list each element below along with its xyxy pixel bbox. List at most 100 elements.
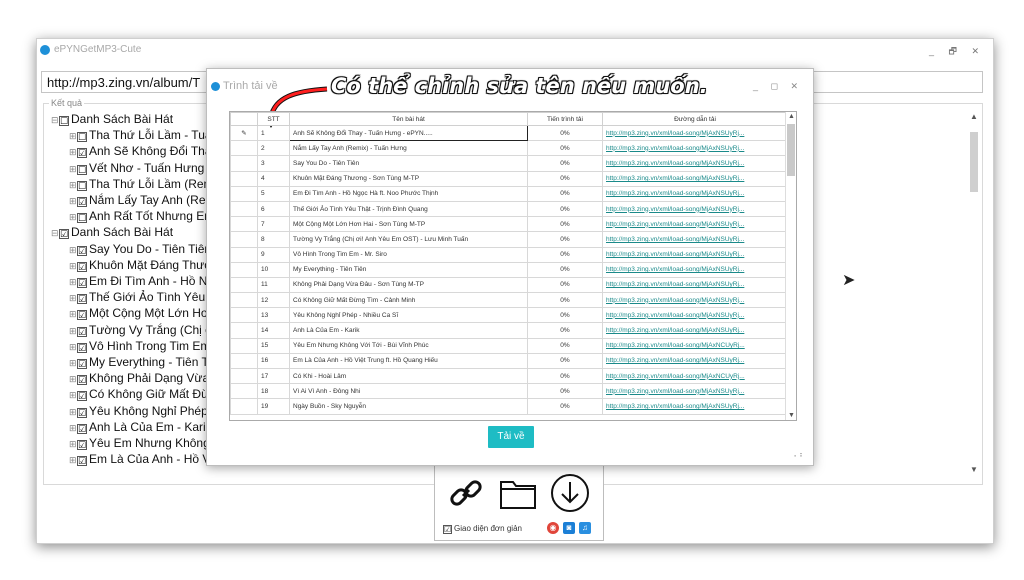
cell-name[interactable]: Vô Hình Trong Tim Em - Mr. Siro [289,246,528,263]
expand-icon[interactable]: ⊞ [69,324,77,339]
tree-item[interactable]: ⊞☑ Tường Vy Trắng (Chị ơi! [51,323,221,339]
folder-icon[interactable] [497,472,539,514]
tree-item[interactable]: ⊞☐ Anh Rất Tốt Nhưng Em [51,209,221,225]
cell-path-link[interactable]: http://mp3.zing.vn/xml/load-song/MjAxNSU… [602,398,788,415]
table-row[interactable]: 16 Em Là Của Anh - Hồ Việt Trung ft. Hồ Q… [230,352,788,370]
tree-item-checkbox[interactable]: ☐ [77,164,87,175]
cell-name[interactable]: Khuôn Mặt Đáng Thương - Sơn Tùng M-TP [289,170,528,187]
edit-icon[interactable] [230,246,258,263]
simple-mode-check[interactable]: ☑ [443,525,452,534]
tree-item[interactable]: ⊞☑ My Everything - Tiên Tiê [51,355,221,371]
expand-icon[interactable]: ⊞ [69,405,77,420]
table-row[interactable]: 6 Thế Giới Ảo Tình Yêu Thật - Trịnh Đình … [230,200,788,218]
resize-grip-icon[interactable]: ⠄⠆ [793,450,805,459]
download-button[interactable]: Tải về [488,426,534,448]
cell-path-link[interactable]: http://mp3.zing.vn/xml/load-song/MjAxNSU… [602,185,788,202]
cell-path-link[interactable]: http://mp3.zing.vn/xml/load-song/MjAxNSU… [602,292,788,309]
cell-name[interactable]: Anh Sẽ Không Đổi Thay - Tuấn Hưng - ePYN… [289,124,528,142]
grid-scrollbar[interactable]: ▲ ▼ [785,112,796,420]
edit-icon[interactable] [230,185,258,202]
cell-path-link[interactable]: http://mp3.zing.vn/xml/load-song/MjAxNSU… [602,261,788,278]
cell-path-link[interactable]: http://mp3.zing.vn/xml/load-song/MjAxNSU… [602,200,788,218]
column-stt[interactable]: STT [257,112,290,126]
expand-icon[interactable]: ⊞ [69,340,77,355]
tree-item[interactable]: ⊞☑ Anh Là Của Em - Karik [51,420,221,436]
tree-item-checkbox[interactable]: ☐ [77,132,87,143]
edit-icon[interactable] [230,261,258,278]
tree-item-checkbox[interactable]: ☑ [77,375,87,386]
edit-icon[interactable] [230,292,258,309]
edit-icon[interactable] [230,352,258,370]
table-row[interactable]: 3 Say You Do - Tiên Tiên 0% http://mp3.zing… [230,155,788,172]
expand-icon[interactable]: ⊞ [69,453,77,468]
column-name[interactable]: Tên bài hát [289,112,528,126]
table-row[interactable]: 11 Không Phải Dạng Vừa Đâu - Sơn Tùng M-T… [230,276,788,294]
edit-icon[interactable] [230,322,258,339]
tree-item-checkbox[interactable]: ☑ [77,342,87,353]
edit-icon[interactable] [230,170,258,187]
chrome-icon[interactable]: ◉ [547,522,559,534]
tree-item[interactable]: ⊞☑ Thế Giới Ảo Tình Yêu Th [51,290,221,306]
cell-path-link[interactable]: http://mp3.zing.vn/xml/load-song/MjAxNSU… [602,124,788,142]
simple-mode-checkbox[interactable]: ☑ Giao diện đơn giản [443,524,522,534]
tree-item[interactable]: ⊞☑ Anh Sẽ Không Đổi Thay [51,144,221,160]
cell-path-link[interactable]: http://mp3.zing.vn/xml/load-song/MjAxNSU… [602,170,788,187]
cell-path-link[interactable]: http://mp3.zing.vn/xml/load-song/MjAxNSU… [602,322,788,339]
expand-icon[interactable]: ⊞ [69,162,77,177]
tree-item[interactable]: ⊞☑ Một Cộng Một Lớn Hơn H [51,306,221,322]
cell-path-link[interactable]: http://mp3.zing.vn/xml/load-song/MjAxNSU… [602,276,788,294]
expand-icon[interactable]: ⊞ [69,307,77,322]
table-row[interactable]: 4 Khuôn Mặt Đáng Thương - Sơn Tùng M-TP 0%… [230,170,788,187]
table-row[interactable]: 2 Nắm Lấy Tay Anh (Remix) - Tuấn Hưng 0% ht… [230,140,788,157]
expand-icon[interactable]: ⊞ [69,372,77,387]
tree-item[interactable]: ⊞☑ Khuôn Mặt Đáng Thương [51,258,221,274]
expand-icon[interactable]: ⊟ [51,226,59,241]
cell-name[interactable]: My Everything - Tiên Tiên [289,261,528,278]
tree-item[interactable]: ⊞☑ Yêu Em Nhưng Không V [51,436,221,452]
expand-icon[interactable]: ⊞ [69,243,77,258]
cell-name[interactable]: Em Đi Tìm Anh - Hồ Ngọc Hà ft. Noo Phước… [289,185,528,202]
tree-item-checkbox[interactable]: ☑ [77,294,87,305]
edit-icon[interactable] [230,276,258,294]
camera-icon[interactable]: ◙ [563,522,575,534]
cell-path-link[interactable]: http://mp3.zing.vn/xml/load-song/MjAxNSU… [602,307,788,324]
tree-item[interactable]: ⊞☐ Tha Thứ Lỗi Lầm (Remix [51,177,221,193]
expand-icon[interactable]: ⊞ [69,129,77,144]
tree-item[interactable]: ⊞☑ Em Đi Tìm Anh - Hồ Ngọ [51,274,221,290]
cell-path-link[interactable]: http://mp3.zing.vn/xml/load-song/MjAxNSU… [602,246,788,263]
edit-icon[interactable] [230,337,258,354]
expand-icon[interactable]: ⊞ [69,275,77,290]
tree-item-checkbox[interactable]: ☑ [77,359,87,370]
tree-item[interactable]: ⊟☐ Danh Sách Bài Hát [51,112,221,128]
expand-icon[interactable]: ⊞ [69,437,77,452]
cell-name[interactable]: Một Cộng Một Lớn Hơn Hai - Sơn Tùng M-TP [289,216,528,233]
table-row[interactable]: 14 Anh Là Của Em - Karik 0% http://mp3.zing… [230,322,788,339]
tree-item-checkbox[interactable]: ☑ [77,407,87,418]
cell-path-link[interactable]: http://mp3.zing.vn/xml/load-song/MjAxNCU… [602,367,788,385]
tree-item-checkbox[interactable]: ☐ [77,180,87,191]
tree-item-checkbox[interactable]: ☐ [77,213,87,224]
table-row[interactable]: 12 Có Không Giữ Mất Đừng Tìm - Cảnh Minh 0… [230,292,788,309]
tree-item-checkbox[interactable]: ☑ [77,440,87,451]
scroll-up-icon[interactable]: ▲ [968,112,980,121]
cell-path-link[interactable]: http://mp3.zing.vn/xml/load-song/MjAxNSU… [602,231,788,248]
tree-item-checkbox[interactable]: ☑ [77,391,87,402]
cell-name[interactable]: Say You Do - Tiên Tiên [289,155,528,172]
tree-item-checkbox[interactable]: ☑ [77,261,87,272]
table-row[interactable]: 8 Tường Vy Trắng (Chị ơi! Anh Yêu Em OST)… [230,231,788,248]
table-row[interactable]: ✎ 1 Anh Sẽ Không Đổi Thay - Tuấn Hưng - eP… [230,124,788,142]
cell-path-link[interactable]: http://mp3.zing.vn/xml/load-song/MjAxNSU… [602,383,788,400]
tree-item[interactable]: ⊞☑ Không Phải Dạng Vừa Đả [51,371,221,387]
cell-path-link[interactable]: http://mp3.zing.vn/xml/load-song/MjAxNSU… [602,155,788,172]
tree-item-checkbox[interactable]: ☑ [77,310,87,321]
expand-icon[interactable]: ⊞ [69,421,77,436]
cell-path-link[interactable]: http://mp3.zing.vn/xml/load-song/MjAxNSU… [602,352,788,370]
download-circle-icon[interactable] [549,472,591,514]
edit-icon[interactable] [230,155,258,172]
tree-item[interactable]: ⊞☑ Vô Hình Trong Tim Em - [51,339,221,355]
cell-name[interactable]: Yêu Em Nhưng Không Với Tới - Bùi Vĩnh Ph… [289,337,528,354]
tree-item-checkbox[interactable]: ☑ [77,245,87,256]
tree-item[interactable]: ⊞☐ Tha Thứ Lỗi Lầm - Tuấn [51,128,221,144]
expand-icon[interactable]: ⊞ [69,388,77,403]
table-row[interactable]: 18 Vì Ai Vì Anh - Đông Nhi 0% http://mp3.zi… [230,383,788,400]
